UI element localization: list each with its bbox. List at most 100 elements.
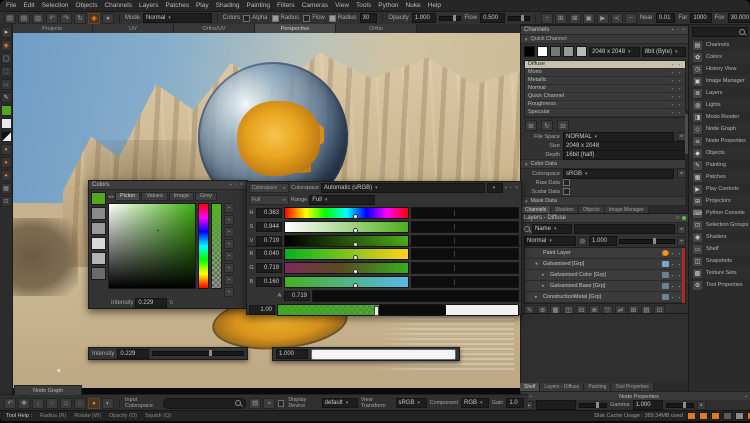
- colorspace-icon[interactable]: ≈: [263, 398, 275, 409]
- panel-window-buttons-icon[interactable]: [230, 182, 244, 188]
- viewport-tab[interactable]: Ortho/UV: [174, 24, 255, 33]
- channel-row[interactable]: Mono ▪ ▪: [525, 69, 685, 77]
- intensity-slider[interactable]: [152, 351, 244, 356]
- filter-dropdown[interactable]: Name: [532, 224, 572, 234]
- extra-dropdown[interactable]: [487, 183, 503, 193]
- layers-scrollbar[interactable]: [682, 248, 685, 303]
- layer-row[interactable]: ▸ ConstructionMetal [Grp] ▪ ▪: [525, 292, 685, 303]
- menu-item[interactable]: Nuke: [405, 2, 420, 9]
- palette-item[interactable]: ▩ Texture Sets: [689, 267, 750, 279]
- picker-option-icon[interactable]: ▪: [224, 251, 234, 261]
- sync-icon[interactable]: ↻: [676, 215, 680, 221]
- palette-item[interactable]: ≡ Node Properties: [689, 135, 750, 147]
- hue-slider[interactable]: [198, 203, 209, 289]
- flow-field[interactable]: 0.500: [480, 13, 505, 23]
- tool-icon[interactable]: [1, 105, 12, 116]
- channel-color-swatch[interactable]: [524, 46, 535, 57]
- blend-lock-icon[interactable]: ⊘: [578, 237, 587, 246]
- status-indicator-icon[interactable]: [687, 412, 696, 420]
- palette-item[interactable]: ⊡ Selection Groups: [689, 219, 750, 231]
- view-transform-dropdown[interactable]: sRGB: [396, 398, 427, 408]
- toolbar-icon[interactable]: ▣: [583, 13, 595, 24]
- transform-tool-icon[interactable]: ○: [74, 398, 86, 409]
- picker-option-icon[interactable]: ▪: [224, 287, 234, 297]
- opacity-field[interactable]: 1.000: [412, 13, 437, 23]
- toolbar-icon[interactable]: ▥: [32, 13, 44, 24]
- scalar-data-checkbox[interactable]: [563, 188, 570, 195]
- menu-item[interactable]: Patches: [165, 2, 189, 9]
- menu-item[interactable]: Painting: [246, 2, 270, 9]
- layer-caret-icon[interactable]: ▸: [542, 283, 547, 289]
- menu-item[interactable]: Objects: [75, 2, 97, 9]
- channel-row[interactable]: Diffuse ▪ ▪: [525, 61, 685, 69]
- channel-color-swatch[interactable]: [537, 46, 548, 57]
- menu-item[interactable]: Channels: [104, 2, 131, 9]
- slider-extension-strip[interactable]: [411, 248, 519, 260]
- colorspace-icon[interactable]: ▤: [249, 398, 261, 409]
- slider-handle[interactable]: [353, 214, 358, 219]
- viewport-tab[interactable]: Ortho: [336, 24, 417, 33]
- toolbar-icon[interactable]: ↶: [46, 13, 58, 24]
- palette-item[interactable]: ◍ Lights: [689, 99, 750, 111]
- channels-panel-titlebar[interactable]: Channels: [521, 26, 689, 35]
- picker-option-icon[interactable]: ▪: [224, 227, 234, 237]
- next-icon[interactable]: ▪: [697, 401, 706, 410]
- menu-item[interactable]: Play: [196, 2, 209, 9]
- dock-tab[interactable]: Tool Properties: [611, 383, 653, 391]
- tool-icon[interactable]: ◯: [1, 53, 12, 64]
- dock-tab[interactable]: Shelf: [520, 383, 540, 391]
- slider-gradient-strip[interactable]: [284, 276, 409, 288]
- radius-field[interactable]: 30: [360, 13, 378, 23]
- palette-item[interactable]: ◷ History View: [689, 63, 750, 75]
- channel-row[interactable]: Normal ▪ ▪: [525, 85, 685, 93]
- blend-mode-dropdown[interactable]: Normal: [524, 236, 576, 246]
- palette-item[interactable]: ⊞ Projectors: [689, 195, 750, 207]
- transform-tool-icon[interactable]: ◐: [102, 398, 114, 409]
- slider-gradient-strip[interactable]: [284, 207, 409, 219]
- layers-panel-titlebar[interactable]: Layers - Diffuse ↻: [521, 214, 689, 223]
- menu-item[interactable]: Cameras: [302, 2, 328, 9]
- intensity-field[interactable]: 0.229: [135, 298, 167, 308]
- status-indicator-icon[interactable]: [723, 412, 732, 420]
- intensity-field[interactable]: 0.229: [117, 349, 149, 359]
- mode-dropdown[interactable]: Normal: [143, 13, 212, 23]
- slider-extension-strip[interactable]: [411, 276, 519, 288]
- color-data-section[interactable]: ▼ Color Data: [521, 159, 689, 169]
- alpha-gradient-strip[interactable]: [312, 290, 519, 302]
- filter-input[interactable]: [574, 224, 675, 234]
- layer-caret-icon[interactable]: ●: [535, 261, 540, 267]
- menu-item[interactable]: File: [6, 2, 16, 9]
- toolbar-icon[interactable]: ◔: [541, 13, 553, 24]
- channel-action-icon[interactable]: ⊟: [557, 120, 569, 131]
- palette-item[interactable]: ◨ Modo Render: [689, 111, 750, 123]
- toolbar-icon[interactable]: −: [625, 13, 637, 24]
- tool-icon[interactable]: ▦: [1, 183, 12, 194]
- display-device-dropdown[interactable]: default: [322, 398, 358, 408]
- channel-color-swatch[interactable]: [576, 46, 587, 57]
- slider-value-field[interactable]: 0.040: [256, 249, 282, 259]
- add-adjustment-icon[interactable]: +: [677, 237, 686, 246]
- toolbar-checkbox[interactable]: Flow: [303, 15, 325, 22]
- toolbar-icon[interactable]: ●: [102, 13, 114, 24]
- filter-clear-icon[interactable]: ▪: [677, 225, 686, 234]
- alpha-slider[interactable]: [211, 203, 222, 289]
- slider-value-field[interactable]: 0.719: [256, 236, 282, 246]
- color-swatch[interactable]: [91, 192, 106, 205]
- palette-item[interactable]: ▣ Image Manager: [689, 75, 750, 87]
- tool-icon[interactable]: [1, 131, 12, 142]
- toolbar-checkbox[interactable]: Radius: [329, 15, 357, 22]
- viewport-tab[interactable]: Projects: [12, 24, 93, 33]
- channel-action-icon[interactable]: ↻: [541, 120, 553, 131]
- colors-tab[interactable]: Grey: [195, 192, 217, 201]
- dock-tab[interactable]: Layers - Diffuse: [540, 383, 584, 391]
- fov-field[interactable]: 30.000: [728, 13, 750, 23]
- layer-row[interactable]: ▸ Galvanised Base [Grp] ▪ ▪: [525, 281, 685, 292]
- component-dropdown[interactable]: RGB: [461, 398, 489, 408]
- menu-item[interactable]: Filters: [277, 2, 295, 9]
- resolution-dropdown[interactable]: 2048 x 2048: [589, 47, 640, 57]
- palette-item[interactable]: ◇ Node Graph: [689, 123, 750, 135]
- channel-color-swatch[interactable]: [550, 46, 561, 57]
- colors-panel-titlebar[interactable]: Colors: [89, 181, 247, 190]
- transform-tool-icon[interactable]: ●: [88, 398, 100, 409]
- slider-handle[interactable]: [353, 269, 358, 274]
